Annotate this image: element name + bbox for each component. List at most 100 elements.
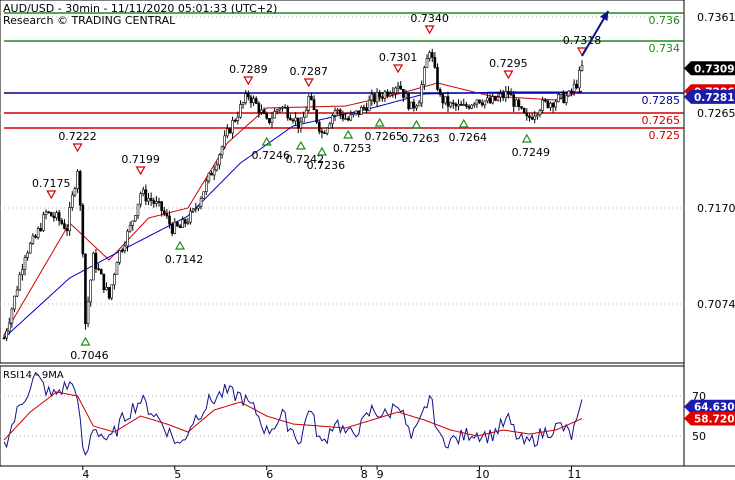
candle-body (220, 146, 224, 156)
candle-body (286, 107, 290, 119)
candle-body (49, 212, 53, 217)
candle-body (404, 93, 408, 98)
swing-low-label: 0.7253 (333, 142, 372, 155)
candle-body (367, 99, 371, 112)
candle-body (183, 219, 187, 224)
candle-body (68, 207, 71, 232)
candle-body (139, 193, 142, 205)
candle-body (76, 171, 79, 190)
candle-body (572, 83, 576, 92)
candle-body (5, 330, 8, 339)
aud-usd-chart: 0.736 0.734 0.7285 0.7265 0.725 0.7175 0.7222… (0, 0, 735, 480)
price-tag-label: 0.72811 (694, 92, 735, 104)
candle-body (381, 96, 384, 99)
candle-body (168, 215, 171, 225)
candle-body (34, 235, 37, 238)
swing-low-label: 0.7249 (512, 146, 551, 159)
candle-body (210, 172, 213, 176)
candle-body (107, 287, 111, 299)
candle-body (120, 250, 124, 252)
price-tick-label: 0.7074 (697, 298, 735, 311)
candle-body (449, 102, 452, 107)
candle-body (475, 99, 479, 105)
candle-body (233, 120, 237, 122)
candle-body (504, 91, 508, 98)
candle-body (223, 135, 226, 148)
candle-body (194, 207, 198, 210)
candle-body (228, 128, 232, 134)
candle-body (559, 92, 563, 96)
time-tick-label: 6 (266, 468, 273, 480)
candle-body (44, 211, 48, 215)
candle-body (354, 110, 358, 114)
candle-body (470, 104, 473, 109)
candle-body (160, 201, 163, 212)
candle-body (394, 87, 397, 94)
candle-body (465, 104, 468, 107)
candle-body (7, 322, 11, 332)
candle-body (396, 85, 400, 89)
candle-body (63, 223, 66, 229)
candle-body (178, 225, 182, 228)
candle-body (42, 214, 45, 231)
candle-body (580, 65, 584, 71)
swing-high-label: 0.7199 (121, 153, 160, 166)
swing-high-label: 0.7295 (489, 57, 528, 70)
candle-body (13, 295, 16, 310)
candle-body (126, 230, 129, 247)
candle-body (141, 189, 145, 195)
candle-body (444, 96, 447, 104)
level-label: 0.734 (649, 42, 681, 55)
candle-body (212, 169, 216, 176)
candle-body (152, 200, 156, 204)
candle-body (170, 223, 174, 234)
candle-body (191, 208, 195, 212)
candle-body (538, 110, 542, 116)
candle-body (412, 101, 416, 109)
swing-low-label: 0.7246 (251, 149, 290, 162)
candle-body (436, 67, 439, 90)
swing-high-label: 0.7287 (290, 65, 329, 78)
candle-body (55, 212, 58, 219)
candle-body (457, 103, 460, 107)
candle-body (218, 154, 221, 166)
candle-body (128, 225, 132, 232)
candle-body (134, 215, 137, 222)
candle-body (323, 132, 326, 134)
candle-body (89, 279, 92, 303)
candle-body (36, 228, 40, 238)
candle-body (236, 116, 240, 121)
candle-body (283, 106, 287, 109)
price-tick-label: 0.7361 (697, 11, 735, 24)
candle-body (570, 90, 573, 93)
candle-body (362, 107, 366, 109)
candle-body (99, 269, 103, 275)
candle-body (28, 243, 32, 254)
time-tick-label: 9 (377, 468, 384, 480)
candle-body (262, 109, 266, 114)
candle-body (186, 221, 190, 224)
candle-body (483, 100, 487, 106)
candle-body (52, 215, 56, 219)
candle-body (425, 58, 429, 68)
chart-subtitle: Research © TRADING CENTRAL (3, 14, 176, 27)
candle-body (480, 102, 484, 106)
candle-body (296, 117, 300, 129)
candle-body (189, 210, 192, 223)
candle-body (205, 180, 208, 192)
candle-body (249, 96, 253, 104)
level-label: 0.725 (649, 129, 681, 142)
candle-body (241, 102, 245, 105)
candle-body (162, 210, 166, 215)
candle-body (575, 83, 579, 89)
candle-body (423, 67, 426, 86)
candle-body (386, 91, 389, 97)
candle-body (73, 188, 77, 196)
candle-body (26, 252, 29, 258)
rsi-tick-label: 50 (692, 430, 706, 443)
candle-body (578, 70, 581, 89)
candle-body (496, 96, 500, 101)
candle-body (302, 116, 305, 123)
candle-body (512, 94, 515, 107)
swing-high-label: 0.7175 (32, 177, 71, 190)
